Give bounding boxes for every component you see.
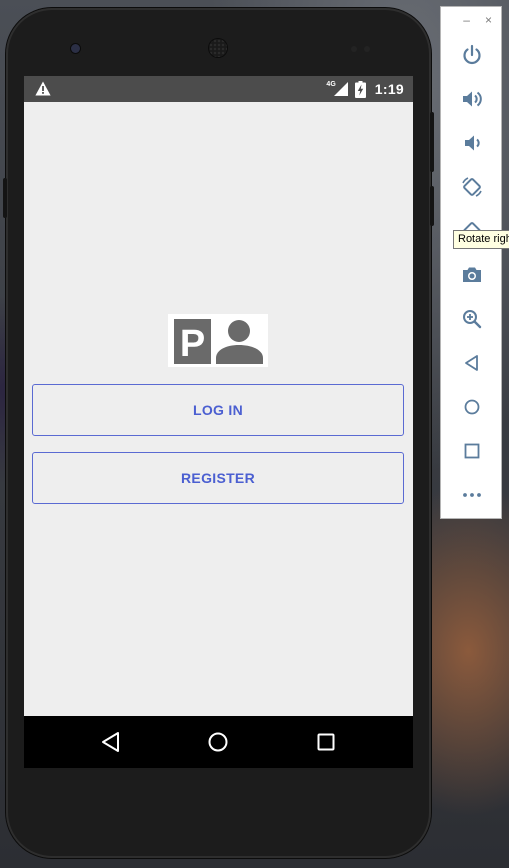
window-controls: – × <box>463 14 492 26</box>
power-icon[interactable] <box>460 43 484 67</box>
status-icons: 4G 1:19 <box>326 76 404 102</box>
status-clock: 1:19 <box>374 81 404 97</box>
back-triangle-icon[interactable] <box>99 730 123 754</box>
zoom-icon[interactable] <box>460 307 484 331</box>
person-icon <box>216 320 263 364</box>
more-icon[interactable] <box>460 483 484 507</box>
volume-down-icon[interactable] <box>460 131 484 155</box>
phone-volume-button <box>430 112 434 172</box>
app-logo: P <box>168 314 268 367</box>
battery-charging-icon <box>354 80 366 98</box>
front-camera <box>71 44 80 53</box>
phone-screen: 4G 1:19 P LOG IN REGISTER <box>24 76 413 768</box>
close-button[interactable]: × <box>485 14 492 26</box>
phone-side-button <box>3 178 7 218</box>
signal-icon <box>333 82 348 96</box>
emulator-toolbar: – × <box>440 6 502 519</box>
minimize-button[interactable]: – <box>463 14 470 26</box>
proximity-sensor <box>351 46 357 52</box>
logo-letter: P <box>180 323 205 365</box>
recents-square-icon[interactable] <box>314 730 338 754</box>
status-bar: 4G 1:19 <box>24 76 413 102</box>
volume-up-icon[interactable] <box>460 87 484 111</box>
phone-power-button <box>430 186 434 226</box>
tooltip: Rotate right <box>453 230 509 249</box>
camera-icon[interactable] <box>460 263 484 287</box>
overview-icon[interactable] <box>460 439 484 463</box>
earpiece-speaker <box>209 39 227 57</box>
home-icon[interactable] <box>460 395 484 419</box>
login-button[interactable]: LOG IN <box>32 384 404 436</box>
back-icon[interactable] <box>460 351 484 375</box>
register-button[interactable]: REGISTER <box>32 452 404 504</box>
warning-icon <box>35 81 51 96</box>
logo-graphic: P <box>174 319 263 365</box>
home-circle-icon[interactable] <box>206 730 230 754</box>
navigation-bar <box>24 716 413 768</box>
rotate-left-icon[interactable] <box>460 175 484 199</box>
light-sensor <box>364 46 370 52</box>
